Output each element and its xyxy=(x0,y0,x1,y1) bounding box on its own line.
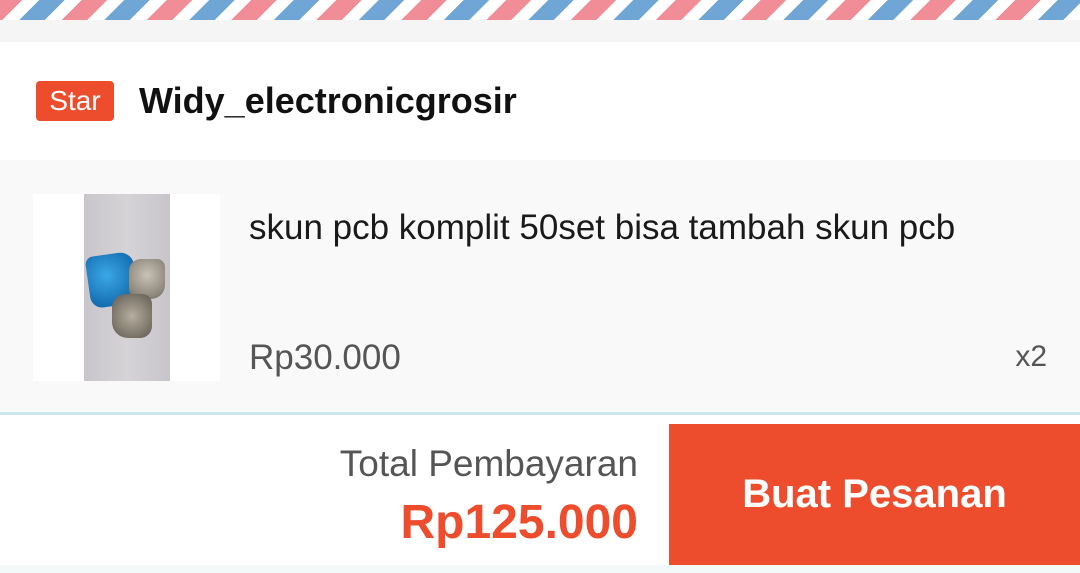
checkout-bar: Total Pembayaran Rp125.000 Buat Pesanan xyxy=(0,415,1080,573)
section-gap xyxy=(0,20,1080,42)
product-thumbnail[interactable] xyxy=(33,194,220,381)
metal-terminal-pack-shape-2 xyxy=(112,294,152,338)
address-envelope-stripe xyxy=(0,0,1080,20)
total-payment-value: Rp125.000 xyxy=(400,496,639,549)
shop-name[interactable]: Widy_electronicgrosir xyxy=(139,80,517,122)
product-photo-icon xyxy=(84,194,170,381)
bottom-edge xyxy=(0,565,1080,573)
shop-header: Star Widy_electronicgrosir xyxy=(0,42,1080,160)
product-item[interactable]: skun pcb komplit 50set bisa tambah skun … xyxy=(0,160,1080,412)
product-price: Rp30.000 xyxy=(249,338,401,377)
place-order-button[interactable]: Buat Pesanan xyxy=(669,424,1080,565)
product-quantity: x2 xyxy=(1015,340,1047,373)
product-title: skun pcb komplit 50set bisa tambah skun … xyxy=(249,208,956,247)
metal-terminal-pack-shape xyxy=(129,259,165,299)
checkout-page: Star Widy_electronicgrosir skun pcb komp… xyxy=(0,0,1080,573)
star-seller-badge: Star xyxy=(36,81,114,121)
total-payment-label: Total Pembayaran xyxy=(339,443,638,484)
